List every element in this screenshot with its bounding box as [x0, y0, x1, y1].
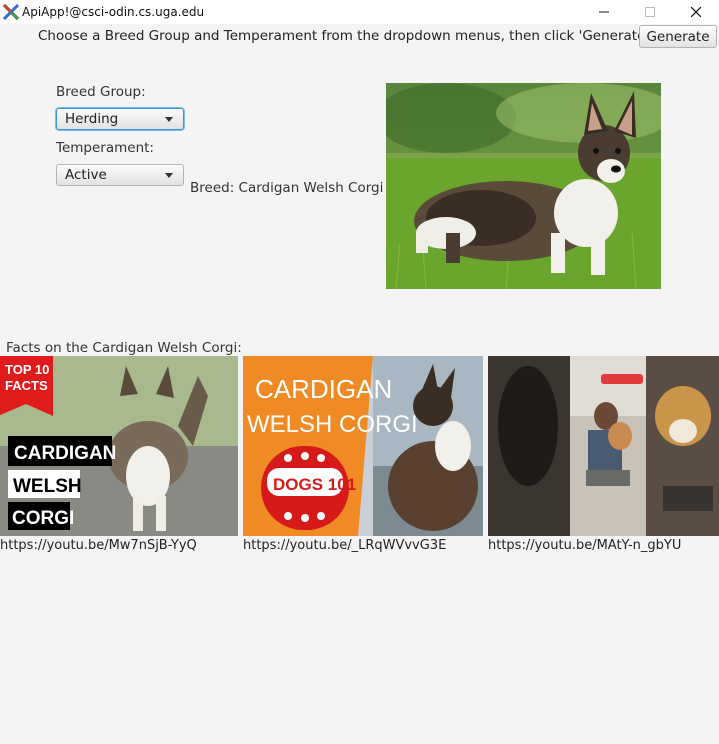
video-url-3[interactable]: https://youtu.be/MAtY-n_gbYU — [488, 538, 681, 553]
minimize-icon — [599, 11, 609, 13]
generate-button[interactable]: Generate — [639, 25, 717, 48]
breed-group-value: Herding — [65, 111, 119, 127]
breed-result-text: Breed: Cardigan Welsh Corgi — [190, 180, 384, 196]
maximize-button[interactable] — [627, 0, 673, 24]
breed-group-label: Breed Group: — [56, 84, 146, 100]
video-thumbnail-3[interactable] — [488, 356, 719, 536]
close-icon — [691, 7, 701, 17]
close-button[interactable] — [673, 0, 719, 24]
thumb1-line2: WELSH — [13, 476, 82, 497]
instruction-text: Choose a Breed Group and Temperament fro… — [38, 28, 654, 44]
top10-badge-line2: FACTS — [5, 378, 48, 393]
video-thumbnail-2[interactable]: CARDIGAN WELSH CORGI DOGS 101 — [243, 356, 483, 536]
breed-group-dropdown[interactable]: Herding — [56, 108, 184, 130]
x-app-icon — [3, 4, 19, 20]
thumb2-title-line2: WELSH CORGI — [247, 411, 418, 438]
title-bar: ApiApp!@csci-odin.cs.uga.edu — [0, 0, 719, 24]
dogs101-badge: DOGS 101 — [273, 475, 356, 494]
top10-badge-line1: TOP 10 — [5, 362, 49, 377]
temperament-dropdown[interactable]: Active — [56, 164, 184, 186]
thumb1-line1: CARDIGAN — [14, 443, 116, 464]
temperament-label: Temperament: — [56, 140, 154, 156]
thumb1-line3: CORGI — [12, 508, 74, 529]
chevron-down-icon — [165, 173, 173, 178]
video-url-1[interactable]: https://youtu.be/Mw7nSjB-YyQ — [0, 538, 197, 553]
thumb2-title-line1: CARDIGAN — [255, 374, 392, 404]
temperament-value: Active — [65, 167, 107, 183]
dog-photo — [386, 83, 661, 289]
video-url-2[interactable]: https://youtu.be/_LRqWVvvG3E — [243, 538, 446, 553]
window-title: ApiApp!@csci-odin.cs.uga.edu — [22, 5, 205, 19]
video-thumbnail-1[interactable]: TOP 10 FACTS CARDIGAN WELSH CORGI — [0, 356, 238, 536]
chevron-down-icon — [165, 117, 173, 122]
minimize-button[interactable] — [581, 0, 627, 24]
facts-heading: Facts on the Cardigan Welsh Corgi: — [6, 340, 242, 356]
maximize-icon — [645, 7, 655, 17]
